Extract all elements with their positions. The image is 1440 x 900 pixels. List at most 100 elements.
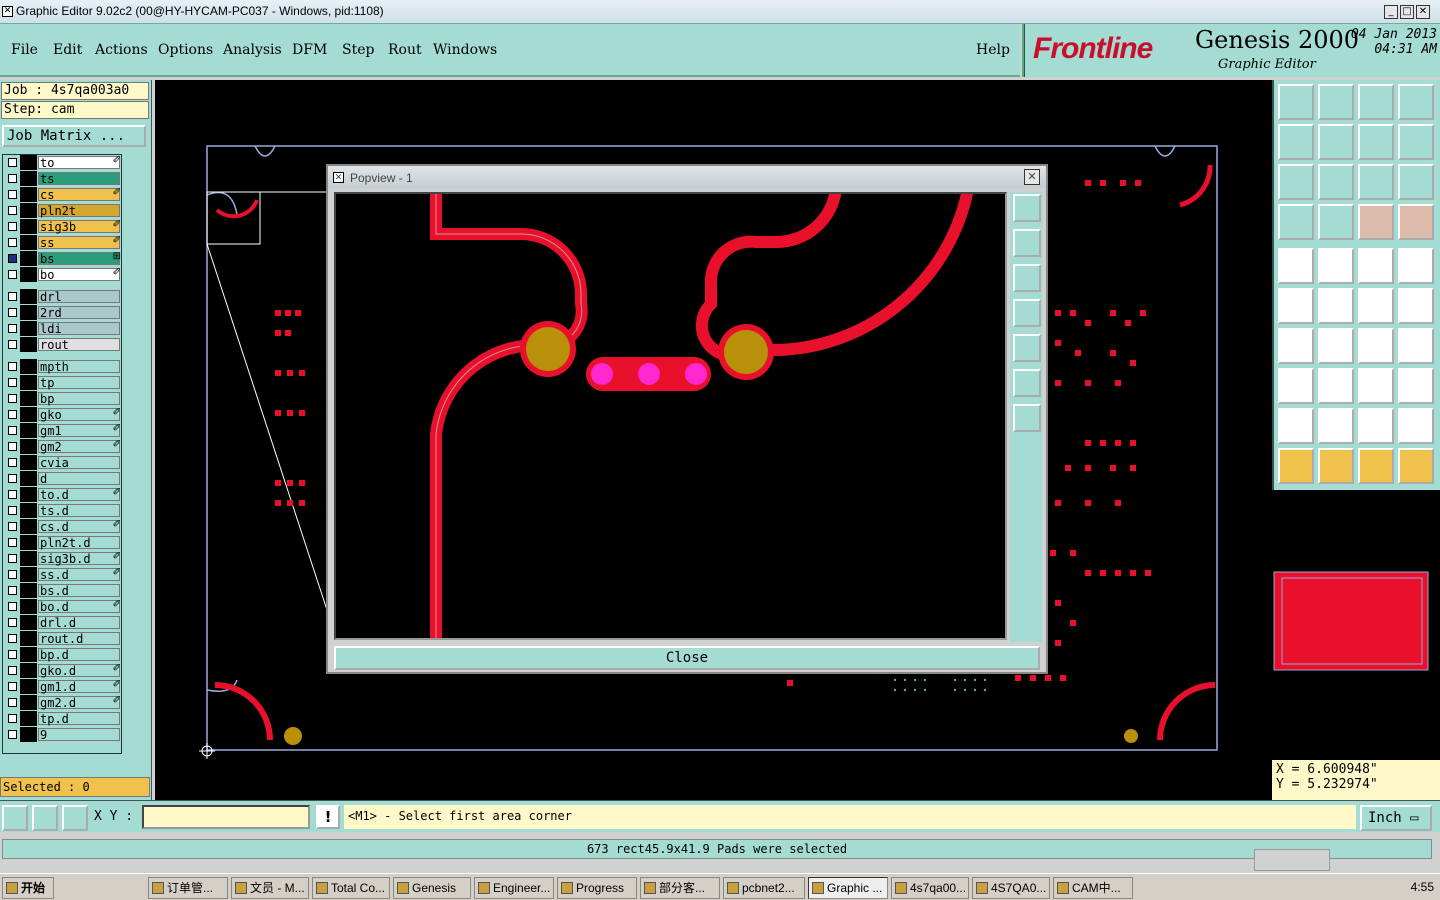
layer-color-slot[interactable]: [20, 219, 37, 234]
layer-checkbox[interactable]: [8, 174, 17, 183]
layer-name[interactable]: ss: [38, 236, 120, 250]
layer-row[interactable]: sig3b ✐: [3, 219, 123, 234]
vertex-icon[interactable]: [1318, 408, 1354, 444]
layer-row[interactable]: rout: [3, 337, 123, 352]
layer-checkbox[interactable]: [8, 618, 17, 627]
layer-checkbox[interactable]: [8, 292, 17, 301]
layer-color-slot[interactable]: [20, 711, 37, 726]
layer-color-slot[interactable]: [20, 471, 37, 486]
layer-checkbox[interactable]: [8, 324, 17, 333]
layer-name[interactable]: gm1: [38, 424, 120, 438]
layer-color-slot[interactable]: [20, 567, 37, 582]
layer-row[interactable]: pln2t.d: [3, 535, 123, 550]
pad-icon[interactable]: [1278, 248, 1314, 284]
menu-file[interactable]: File: [11, 42, 38, 58]
xy-input[interactable]: [142, 805, 310, 829]
layer-checkbox[interactable]: [8, 206, 17, 215]
layer-name[interactable]: gm2: [38, 440, 120, 454]
layer-row[interactable]: drl.d: [3, 615, 123, 630]
layer-name[interactable]: tp: [38, 376, 120, 390]
zoom-center-icon[interactable]: [1318, 164, 1354, 200]
layer-name[interactable]: bs.d: [38, 584, 120, 598]
popview-canvas[interactable]: [334, 192, 1007, 640]
layer-color-slot[interactable]: [20, 631, 37, 646]
layer-name[interactable]: to: [38, 156, 120, 170]
layer-name[interactable]: ts.d: [38, 504, 120, 518]
pan-left-icon[interactable]: [1278, 124, 1314, 160]
layer-color-slot[interactable]: [20, 695, 37, 710]
flip-icon[interactable]: [1358, 124, 1394, 160]
layer-row[interactable]: pln2t: [3, 203, 123, 218]
layer-row[interactable]: gm1.d ✐: [3, 679, 123, 694]
layer-color-slot[interactable]: [20, 251, 53, 266]
layer-name[interactable]: gm2.d: [38, 696, 120, 710]
layer-row[interactable]: gko ✐: [3, 407, 123, 422]
layer-row[interactable]: tp: [3, 375, 123, 390]
layer-color-slot[interactable]: [20, 519, 37, 534]
layer-row[interactable]: bp.d: [3, 647, 123, 662]
mirror-icon[interactable]: [1398, 328, 1434, 364]
menu-actions[interactable]: Actions: [95, 42, 148, 58]
zoom-out-icon[interactable]: [1318, 84, 1354, 120]
layer-color-slot[interactable]: [20, 439, 37, 454]
layer-row[interactable]: cvia: [3, 455, 123, 470]
copy-icon[interactable]: [1398, 288, 1434, 324]
job-matrix-button[interactable]: Job Matrix ...: [2, 125, 146, 147]
layer-row[interactable]: 9: [3, 727, 123, 742]
layer-color-slot[interactable]: [20, 171, 37, 186]
layer-color-slot[interactable]: [20, 267, 37, 282]
taskbar-item[interactable]: Total Co...: [312, 877, 390, 899]
layer-color-slot[interactable]: [20, 599, 37, 614]
layer-name[interactable]: gm1.d: [38, 680, 120, 694]
layer-checkbox[interactable]: [8, 602, 17, 611]
popview-zoom-out-icon[interactable]: [1013, 369, 1041, 397]
taskbar-item[interactable]: CAM中...: [1053, 877, 1133, 899]
layer-row[interactable]: d: [3, 471, 123, 486]
layer-row[interactable]: gm1 ✐: [3, 423, 123, 438]
layer-checkbox[interactable]: [8, 554, 17, 563]
layer-row[interactable]: ss ✐: [3, 235, 123, 250]
layer-checkbox[interactable]: [8, 378, 17, 387]
group-icon[interactable]: [1398, 368, 1434, 404]
layer-name[interactable]: ss.d: [38, 568, 120, 582]
layer-row[interactable]: sig3b.d ✐: [3, 551, 123, 566]
delete-icon[interactable]: [1318, 288, 1354, 324]
arc-icon[interactable]: [1318, 328, 1354, 364]
menu-analysis[interactable]: Analysis: [223, 42, 282, 58]
slope-icon[interactable]: [1398, 408, 1434, 444]
layer-color-slot[interactable]: [20, 423, 37, 438]
grid-icon[interactable]: [62, 805, 88, 831]
angle-icon[interactable]: [1358, 408, 1394, 444]
zoom-home-icon[interactable]: [1278, 84, 1314, 120]
select-icon[interactable]: [1278, 448, 1314, 484]
layer-row[interactable]: bs ⊞: [3, 251, 123, 266]
layer-color-slot[interactable]: [20, 375, 37, 390]
menu-options[interactable]: Options: [158, 42, 213, 58]
line-icon[interactable]: [1278, 328, 1314, 364]
layer-checkbox[interactable]: [8, 426, 17, 435]
scale-icon[interactable]: [1358, 164, 1394, 200]
layer-checkbox[interactable]: [8, 254, 17, 263]
layer-checkbox[interactable]: [8, 340, 17, 349]
redraw-icon[interactable]: [1398, 124, 1434, 160]
layer-name[interactable]: cs.d: [38, 520, 120, 534]
layer-checkbox[interactable]: [8, 650, 17, 659]
select-feature-icon[interactable]: [1358, 448, 1394, 484]
popview-pan-up-icon[interactable]: [1013, 229, 1041, 257]
warning-button[interactable]: !: [316, 805, 340, 829]
layer-row[interactable]: bo ✐: [3, 267, 123, 282]
layer-checkbox[interactable]: [8, 682, 17, 691]
menu-step[interactable]: Step: [342, 42, 374, 58]
fit-window-icon[interactable]: [1398, 84, 1434, 120]
layer-checkbox[interactable]: [8, 506, 17, 515]
move-icon[interactable]: [1358, 288, 1394, 324]
layers-icon[interactable]: [1358, 204, 1394, 240]
select-net-icon[interactable]: [1398, 448, 1434, 484]
taskbar-item[interactable]: 文员 - M...: [231, 877, 309, 899]
layer-checkbox[interactable]: [8, 586, 17, 595]
layer-row[interactable]: to ✐: [3, 155, 123, 170]
menu-dfm[interactable]: DFM: [292, 42, 327, 58]
menu-rout[interactable]: Rout: [388, 42, 422, 58]
layer-name[interactable]: bo: [38, 268, 120, 282]
layer-color-slot[interactable]: [20, 391, 37, 406]
